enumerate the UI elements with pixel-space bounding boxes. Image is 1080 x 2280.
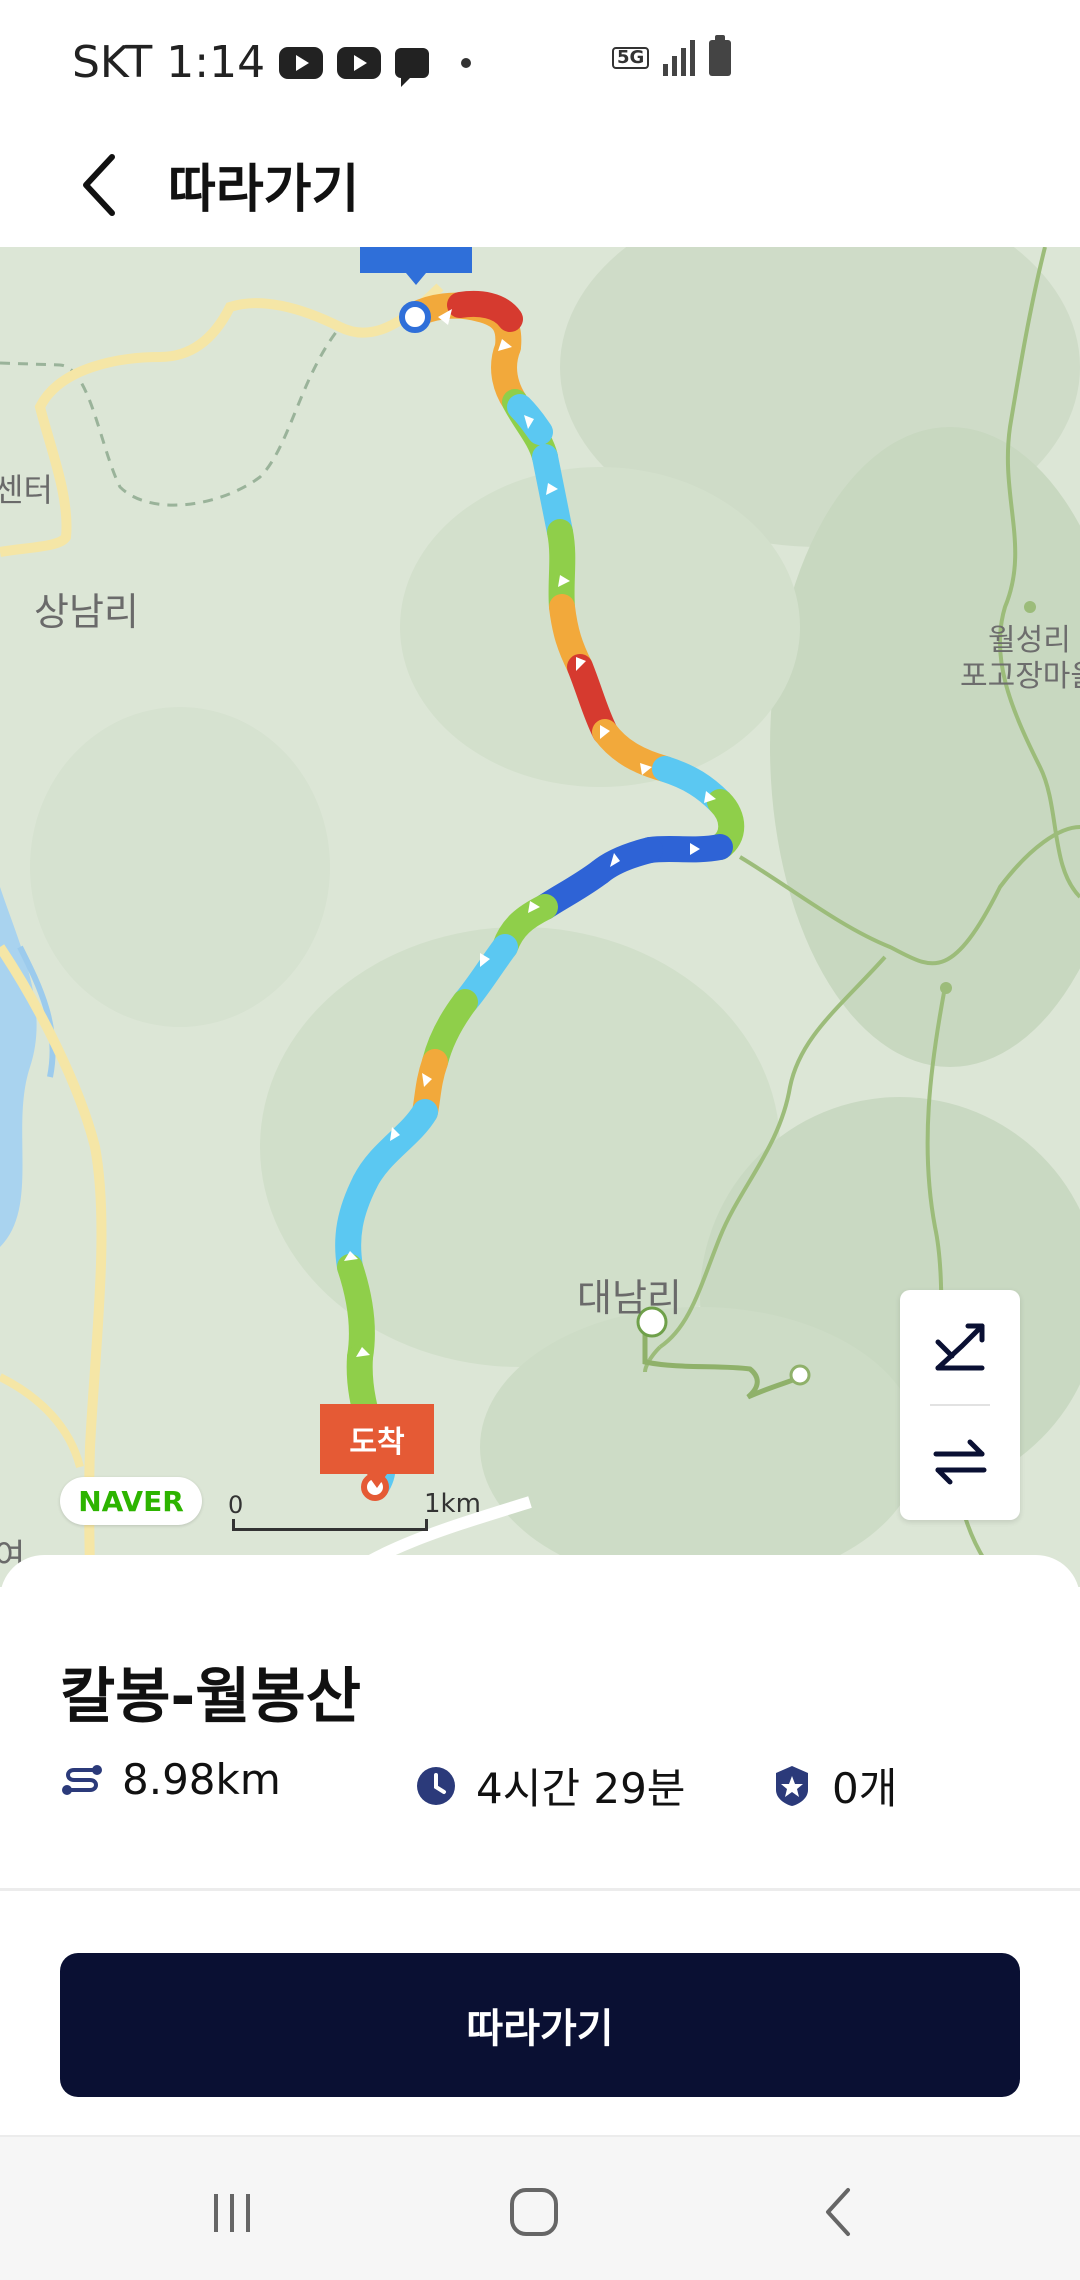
more-notifications-dot-icon xyxy=(461,57,472,68)
sheet-divider xyxy=(0,1888,1080,1891)
recents-button[interactable] xyxy=(162,2167,302,2257)
map-controls xyxy=(900,1290,1020,1520)
youtube-notification-icon xyxy=(337,46,382,79)
route-icon xyxy=(60,1758,104,1802)
map-label-pogojang: 포고장마을 xyxy=(960,659,1080,694)
home-button[interactable] xyxy=(464,2167,604,2257)
course-info-sheet: 칼봉-월봉산 8.98km 4시간 29분 0개 따라가기 xyxy=(0,1555,1080,2135)
back-button[interactable] xyxy=(60,145,140,225)
clock-icon xyxy=(414,1764,458,1808)
map-label-wolseong: 월성리 xyxy=(988,623,1071,658)
naver-logo: NAVER xyxy=(60,1477,202,1525)
status-bar: SKT 1:14 5G xyxy=(0,0,1080,125)
signal-icon xyxy=(663,40,696,76)
duration-stat: 4시간 29분 xyxy=(414,1755,685,1816)
badge-stat: 0개 xyxy=(770,1755,897,1816)
clock: 1:14 xyxy=(166,37,266,88)
distance-value: 8.98km xyxy=(122,1755,281,1804)
badge-icon xyxy=(770,1764,814,1808)
back-icon xyxy=(826,2188,850,2236)
carrier-label: SKT xyxy=(72,37,153,88)
scale-km-label: 1km xyxy=(424,1489,481,1519)
map-label-daenam: 대남리 xyxy=(577,1276,682,1320)
home-icon xyxy=(510,2188,558,2236)
swap-direction-icon xyxy=(933,1439,987,1485)
app-header: 따라가기 xyxy=(0,125,1080,247)
system-back-button[interactable] xyxy=(768,2167,908,2257)
battery-icon xyxy=(709,35,732,76)
page-title: 따라가기 xyxy=(168,160,360,220)
message-notification-icon xyxy=(395,47,430,87)
system-nav-bar xyxy=(0,2135,1080,2280)
elevation-toggle-button[interactable] xyxy=(900,1290,1020,1402)
scale-bar xyxy=(232,1519,428,1531)
follow-button[interactable]: 따라가기 xyxy=(60,1953,1020,2097)
distance-stat: 8.98km xyxy=(60,1755,281,1804)
network-type-icon: 5G xyxy=(612,47,650,69)
map-view[interactable]: 센터 상남리 월성리 포고장마을 대남리 여 도착 NAVER 0 1km xyxy=(0,247,1080,1587)
course-title: 칼봉-월봉산 xyxy=(60,1662,361,1732)
map-scale: 0 1km xyxy=(228,1489,481,1531)
map-label-center: 센터 xyxy=(0,471,53,509)
start-marker xyxy=(360,247,472,285)
status-left: SKT 1:14 xyxy=(72,37,472,88)
swap-direction-button[interactable] xyxy=(900,1406,1020,1518)
arrival-marker: 도착 xyxy=(320,1404,434,1488)
elevation-icon xyxy=(935,1323,985,1371)
chevron-left-icon xyxy=(83,154,115,216)
map-label-sangnam: 상남리 xyxy=(34,590,139,634)
badge-count: 0개 xyxy=(832,1764,898,1813)
recents-icon xyxy=(214,2194,250,2232)
youtube-notification-icon xyxy=(279,46,324,79)
duration-value: 4시간 29분 xyxy=(476,1764,686,1813)
scale-zero-label: 0 xyxy=(228,1491,244,1519)
status-right: 5G xyxy=(612,35,732,76)
